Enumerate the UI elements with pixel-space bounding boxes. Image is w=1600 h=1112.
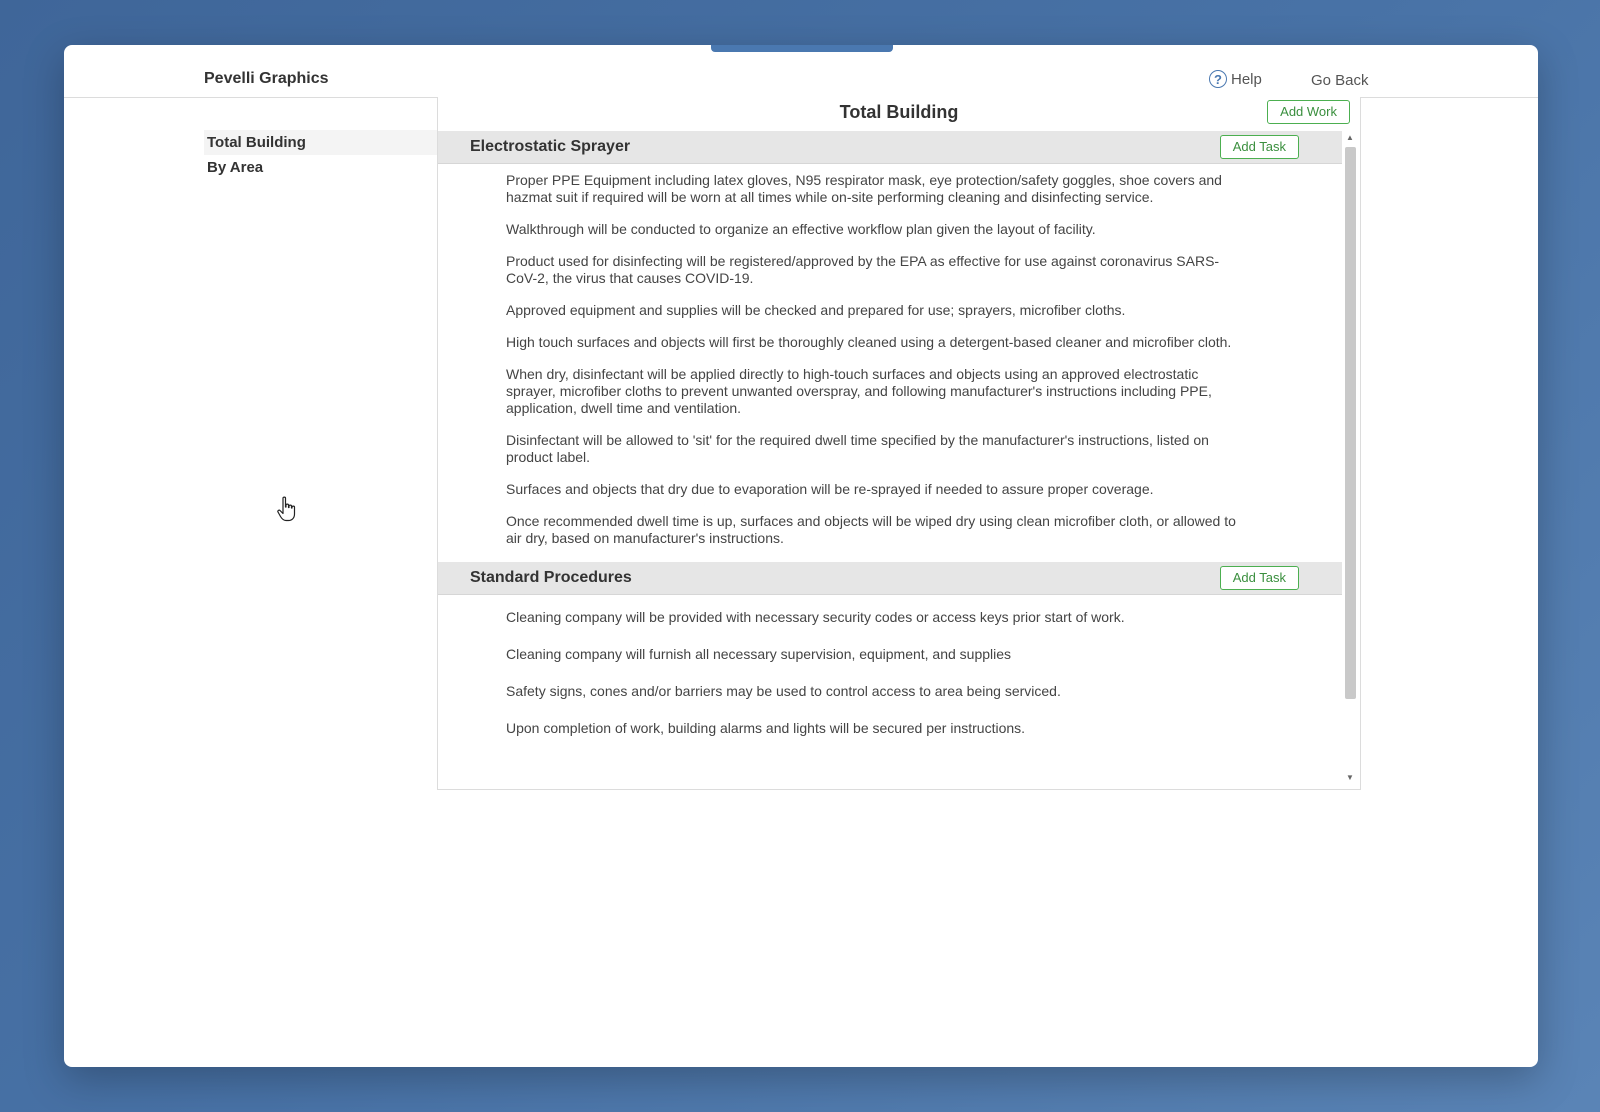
panel-title: Total Building	[839, 102, 959, 122]
caret-down-icon[interactable]: ▼	[1342, 771, 1358, 785]
task-item[interactable]: Once recommended dwell time is up, surfa…	[506, 513, 1246, 547]
add-task-button[interactable]: Add Task	[1219, 566, 1299, 590]
section-header: Electrostatic Sprayer Add Task	[438, 131, 1342, 164]
section-title: Standard Procedures	[470, 569, 632, 586]
task-item[interactable]: Disinfectant will be allowed to 'sit' fo…	[506, 432, 1246, 466]
scrollbar-thumb[interactable]	[1345, 147, 1356, 699]
app-window: Pevelli Graphics ? Help Go Back Total Bu…	[64, 45, 1538, 1067]
caret-up-icon[interactable]: ▲	[1342, 131, 1358, 145]
go-back-link[interactable]: Go Back	[1311, 72, 1369, 89]
task-item[interactable]: Proper PPE Equipment including latex glo…	[506, 172, 1246, 206]
task-item[interactable]: When dry, disinfectant will be applied d…	[506, 366, 1246, 417]
question-circle-icon: ?	[1209, 70, 1227, 88]
header: Pevelli Graphics ? Help Go Back	[64, 45, 1538, 98]
add-work-button[interactable]: Add Work	[1267, 100, 1350, 124]
help-label: Help	[1231, 70, 1262, 88]
section-standard-procedures: Standard Procedures Add Task Cleaning co…	[438, 562, 1342, 737]
task-item[interactable]: Approved equipment and supplies will be …	[506, 302, 1246, 319]
task-item[interactable]: Cleaning company will be provided with n…	[506, 609, 1246, 626]
section-title: Electrostatic Sprayer	[470, 138, 631, 155]
hand-pointer-icon	[277, 496, 296, 522]
task-item[interactable]: Safety signs, cones and/or barriers may …	[506, 683, 1246, 700]
section-electrostatic-sprayer: Electrostatic Sprayer Add Task Proper PP…	[438, 131, 1342, 547]
task-item[interactable]: Walkthrough will be conducted to organiz…	[506, 221, 1246, 238]
task-item[interactable]: Surfaces and objects that dry due to eva…	[506, 481, 1246, 498]
vertical-scrollbar[interactable]: ▲ ▼	[1342, 131, 1358, 789]
task-list: Cleaning company will be provided with n…	[438, 595, 1246, 737]
work-panel: Total Building Add Work Electrostatic Sp…	[437, 97, 1361, 790]
add-task-button[interactable]: Add Task	[1219, 135, 1299, 159]
help-link[interactable]: ? Help	[1209, 70, 1262, 88]
task-list: Proper PPE Equipment including latex glo…	[438, 164, 1246, 547]
task-item[interactable]: High touch surfaces and objects will fir…	[506, 334, 1246, 351]
task-item[interactable]: Cleaning company will furnish all necess…	[506, 646, 1246, 663]
task-list-scroll-area[interactable]: Electrostatic Sprayer Add Task Proper PP…	[438, 131, 1342, 789]
brand-name: Pevelli Graphics	[204, 70, 329, 87]
task-item[interactable]: Upon completion of work, building alarms…	[506, 720, 1246, 737]
section-header: Standard Procedures Add Task	[438, 562, 1342, 595]
task-item[interactable]: Product used for disinfecting will be re…	[506, 253, 1246, 287]
